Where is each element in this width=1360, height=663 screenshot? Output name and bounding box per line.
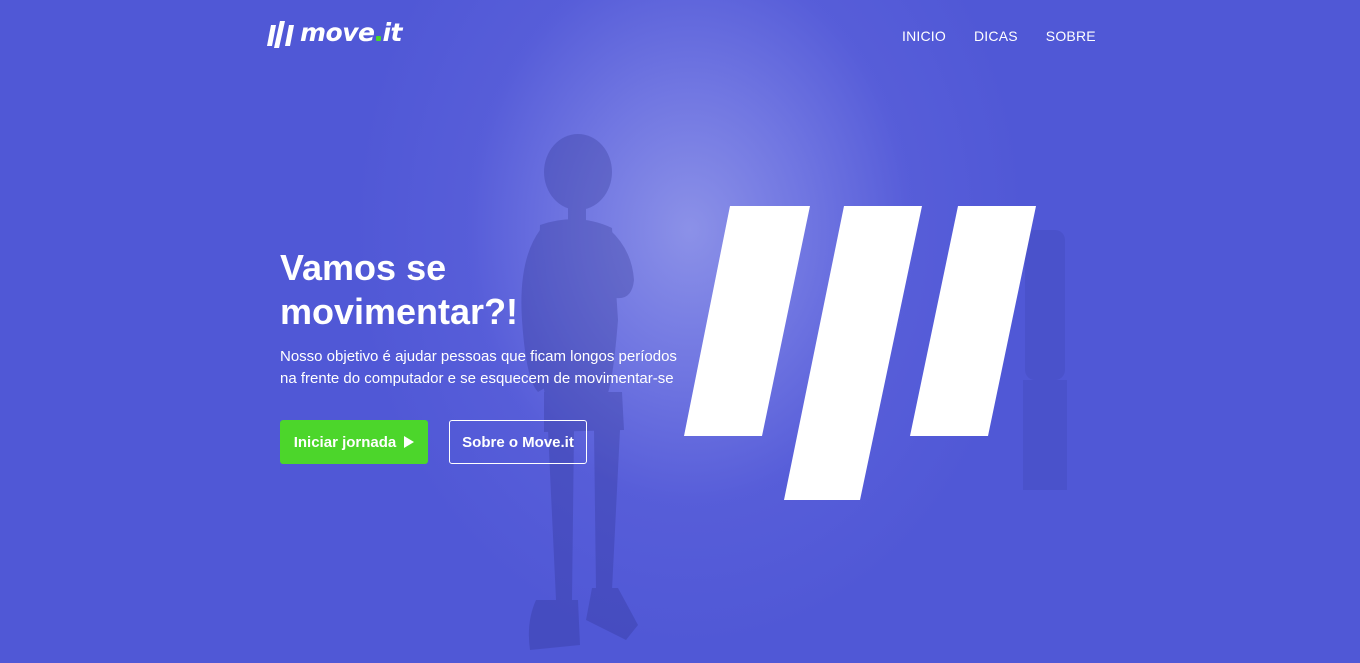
nav-item-dicas[interactable]: DICAS (974, 28, 1018, 44)
play-icon (404, 436, 415, 448)
hero-section: Vamos se movimentar?! Nosso objetivo é a… (280, 246, 700, 390)
logo-name: move (300, 18, 375, 47)
header: move it INICIO DICAS SOBRE (0, 0, 1360, 72)
hero-buttons: Iniciar jornada Sobre o Move.it (280, 420, 587, 464)
logo-text: move it (300, 18, 403, 48)
main-nav: INICIO DICAS SOBRE (902, 28, 1096, 44)
hero-description-line-2: na frente do computador e se esquecem de… (280, 370, 674, 387)
hero-description: Nosso objetivo é ajudar pessoas que fica… (280, 346, 700, 390)
about-moveit-button[interactable]: Sobre o Move.it (449, 420, 587, 464)
three-slanted-bars-logo-icon (267, 21, 294, 48)
hero-description-line-1: Nosso objetivo é ajudar pessoas que fica… (280, 348, 677, 365)
hero-title-line-1: Vamos se (280, 247, 447, 288)
logo[interactable]: move it (266, 18, 403, 48)
hero-title-line-2: movimentar?! (280, 291, 519, 332)
about-moveit-label: Sobre o Move.it (462, 433, 574, 451)
logo-suffix: it (382, 18, 403, 47)
three-slanted-bars-mark-icon (684, 206, 1036, 500)
hero-title: Vamos se movimentar?! (280, 246, 700, 334)
nav-item-inicio[interactable]: INICIO (902, 28, 946, 44)
start-journey-button[interactable]: Iniciar jornada (280, 420, 428, 464)
logo-dot (376, 36, 382, 41)
start-journey-label: Iniciar jornada (293, 433, 397, 451)
person-illustration (521, 134, 638, 650)
nav-item-sobre[interactable]: SOBRE (1046, 28, 1096, 44)
